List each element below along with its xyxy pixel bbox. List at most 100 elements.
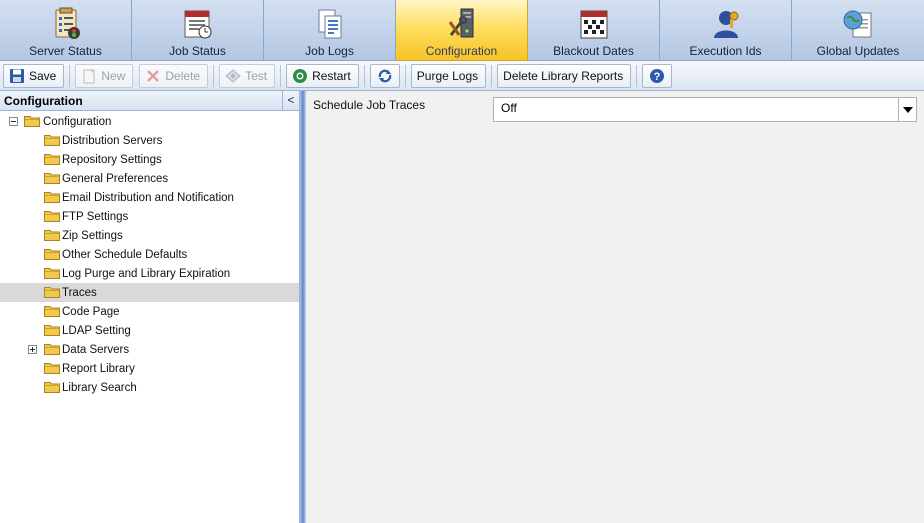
tab-configuration[interactable]: Configuration	[396, 0, 528, 61]
server-status-icon	[55, 7, 80, 39]
tab-blackout-dates[interactable]: Blackout Dates	[528, 0, 660, 61]
schedule-job-traces-label: Schedule Job Traces	[313, 98, 426, 112]
refresh-icon	[378, 69, 391, 82]
tree-node-label: Code Page	[62, 305, 120, 318]
tree-node-label: Other Schedule Defaults	[62, 248, 188, 261]
toolbar-divider	[363, 64, 365, 87]
tab-job-logs[interactable]: Job Logs	[264, 0, 396, 61]
tree-node[interactable]: General Preferences	[0, 169, 299, 188]
tree-node[interactable]: Distribution Servers	[0, 131, 299, 150]
tree-node[interactable]: FTP Settings	[0, 207, 299, 226]
tree-node[interactable]: Traces	[0, 283, 299, 302]
tree-node[interactable]: Repository Settings	[0, 150, 299, 169]
restart-button[interactable]: Restart	[286, 63, 359, 88]
tab-server-status[interactable]: Server Status	[0, 0, 132, 61]
tab-job-status[interactable]: Job Status	[132, 0, 264, 61]
toolbar: Save New Delete Test Restart Purge Logs …	[0, 61, 924, 91]
purge-logs-button[interactable]: Purge Logs	[410, 63, 487, 88]
folder-icon	[44, 135, 60, 146]
delete-button-label: Delete	[165, 68, 201, 83]
tree-node-label: Email Distribution and Notification	[62, 191, 234, 204]
folder-icon	[44, 154, 60, 165]
tree-node-label: Data Servers	[62, 343, 130, 356]
folder-icon	[44, 192, 60, 203]
folder-icon	[44, 287, 60, 298]
tab-label: Configuration	[425, 44, 498, 58]
tree-node-label: Traces	[62, 286, 97, 299]
folder-icon	[44, 230, 60, 241]
tree-node[interactable]: Code Page	[0, 302, 299, 321]
job-logs-icon	[318, 9, 341, 39]
refresh-button[interactable]	[369, 63, 400, 88]
test-button[interactable]: Test	[219, 63, 276, 88]
globe-document-icon	[843, 10, 872, 38]
collapse-expander-icon[interactable]	[9, 117, 18, 126]
tree-node[interactable]: Data Servers	[0, 340, 299, 359]
folder-icon	[44, 249, 60, 260]
panel-title: Configuration	[4, 93, 83, 108]
tab-execution-ids[interactable]: Execution Ids	[660, 0, 792, 61]
tab-global-updates[interactable]: Global Updates	[792, 0, 924, 61]
calendar-icon	[580, 10, 607, 39]
tree-node[interactable]: LDAP Setting	[0, 321, 299, 340]
delete-library-reports-button[interactable]: Delete Library Reports	[497, 63, 632, 88]
tab-label: Global Updates	[816, 44, 900, 58]
tree-node-label: Report Library	[62, 362, 135, 375]
save-button[interactable]: Save	[3, 63, 65, 88]
restart-button-label: Restart	[312, 68, 351, 83]
folder-icon	[44, 382, 60, 393]
chevron-down-icon[interactable]	[898, 98, 916, 121]
delete-button[interactable]: Delete	[139, 63, 209, 88]
new-button[interactable]: New	[75, 63, 134, 88]
tree-node-label: Library Search	[62, 381, 137, 394]
tree-node[interactable]: Zip Settings	[0, 226, 299, 245]
tab-label: Server Status	[29, 44, 102, 58]
main-tab-bar: Server Status Job Status Job Logs Config…	[0, 0, 924, 61]
restart-icon	[293, 68, 308, 83]
purge-logs-button-label: Purge Logs	[416, 68, 479, 83]
delete-x-icon	[147, 69, 160, 82]
tab-label: Job Logs	[305, 44, 354, 58]
tree-node[interactable]: Other Schedule Defaults	[0, 245, 299, 264]
job-status-icon	[184, 10, 211, 39]
folder-icon	[44, 306, 60, 317]
folder-icon	[44, 344, 60, 355]
expand-plus-icon[interactable]	[28, 345, 37, 354]
folder-icon	[44, 173, 60, 184]
schedule-job-traces-select[interactable]: Off	[493, 97, 917, 122]
toolbar-divider	[213, 64, 215, 87]
tab-label: Job Status	[169, 44, 226, 58]
configuration-content: Schedule Job Traces Off	[306, 91, 924, 523]
svg-text:?: ?	[654, 71, 661, 83]
save-button-label: Save	[29, 68, 57, 83]
tree-node-label: Repository Settings	[62, 153, 162, 166]
tree-node-label: Log Purge and Library Expiration	[62, 267, 231, 280]
user-key-icon	[713, 11, 738, 38]
tree-node[interactable]: Log Purge and Library Expiration	[0, 264, 299, 283]
folder-icon	[44, 363, 60, 374]
tree-node[interactable]: Report Library	[0, 359, 299, 378]
select-value: Off	[501, 101, 517, 115]
floppy-disk-icon	[10, 68, 24, 83]
configuration-panel: Configuration < Configuration Distributi…	[0, 91, 300, 523]
new-button-label: New	[101, 68, 126, 83]
new-document-icon	[83, 68, 96, 83]
tree-node-label: LDAP Setting	[62, 324, 131, 337]
tree-node-label: Zip Settings	[62, 229, 123, 242]
test-button-label: Test	[245, 68, 268, 83]
configuration-icon	[448, 8, 473, 38]
tree-node[interactable]: Library Search	[0, 378, 299, 397]
tree-node-label: Configuration	[43, 115, 112, 128]
toolbar-divider	[404, 64, 406, 87]
tab-label: Blackout Dates	[553, 44, 634, 58]
help-button[interactable]: ?	[642, 63, 673, 88]
tree-node-root[interactable]: Configuration	[0, 112, 299, 131]
toolbar-divider	[69, 64, 71, 87]
panel-header: Configuration <	[0, 91, 299, 111]
folder-icon	[44, 325, 60, 336]
tree-node-label: Distribution Servers	[62, 134, 163, 147]
collapse-panel-button[interactable]: <	[282, 91, 299, 110]
tab-label: Execution Ids	[689, 44, 762, 58]
tree-node-label: General Preferences	[62, 172, 169, 185]
tree-node[interactable]: Email Distribution and Notification	[0, 188, 299, 207]
